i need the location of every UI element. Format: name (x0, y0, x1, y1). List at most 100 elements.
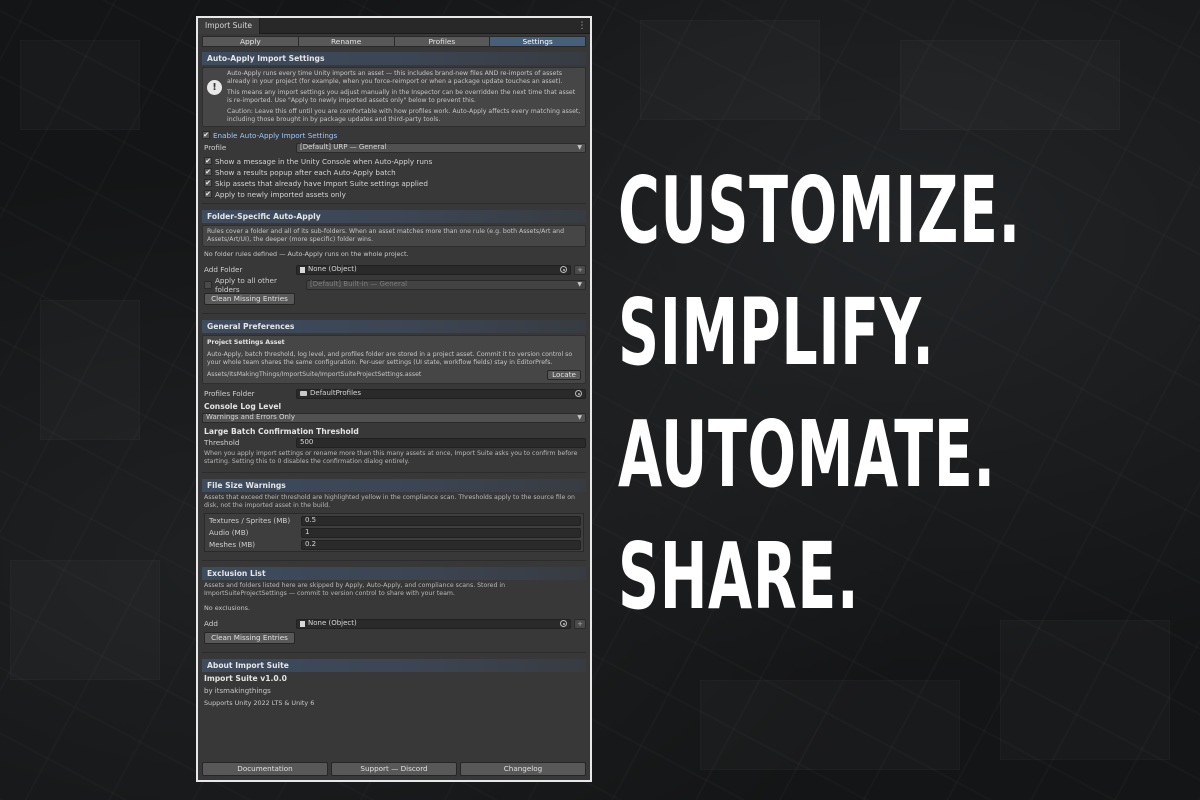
clean-missing-folder-entries-button[interactable]: Clean Missing Entries (204, 293, 295, 305)
project-settings-asset-path: Assets/ItsMakingThings/ImportSuite/Impor… (207, 371, 422, 378)
size-input[interactable]: 1 (301, 527, 581, 538)
batch-threshold-title: Large Batch Confirmation Threshold (204, 427, 359, 436)
checkbox-checked-icon[interactable]: ✔ (204, 157, 212, 165)
section-divider (202, 313, 586, 314)
section-divider (202, 560, 586, 561)
option-results-popup[interactable]: ✔ Show a results popup after each Auto-A… (202, 167, 586, 177)
add-exclusion-object-field[interactable]: None (Object) (296, 618, 571, 629)
locate-button[interactable]: Locate (547, 370, 581, 380)
project-settings-asset-title: Project Settings Asset (207, 339, 285, 346)
profiles-folder-row: Profiles Folder DefaultProfiles (202, 388, 586, 399)
size-label: Meshes (MB) (209, 540, 256, 549)
no-exclusions-note: No exclusions. (204, 604, 250, 612)
help-paragraph: This means any import settings you adjus… (227, 89, 576, 104)
about-author: by itsmakingthings (204, 687, 271, 695)
section-divider (202, 652, 586, 653)
more-options-icon[interactable]: ⋮ (576, 21, 588, 31)
window-titlebar: Import Suite ⋮ (198, 18, 590, 34)
option-new-assets-only[interactable]: ✔ Apply to newly imported assets only (202, 189, 586, 199)
window-tab[interactable]: Import Suite (198, 18, 261, 34)
object-icon (300, 266, 305, 273)
changelog-button[interactable]: Changelog (460, 762, 586, 776)
toggle-label: Enable Auto-Apply Import Settings (213, 130, 338, 140)
file-size-warnings-header: File Size Warnings (202, 479, 586, 492)
other-folders-row: ✔ Apply to all other folders [Default] B… (202, 276, 586, 294)
checkbox-checked-icon[interactable]: ✔ (204, 168, 212, 176)
option-label: Apply to newly imported assets only (215, 189, 346, 199)
option-label: Show a results popup after each Auto-App… (215, 167, 396, 177)
batch-threshold-help: When you apply import settings or rename… (204, 450, 578, 465)
object-field-value: None (Object) (308, 619, 357, 627)
tab-settings[interactable]: Settings (489, 36, 586, 47)
size-row-textures: Textures / Sprites (MB) 0.5 (207, 515, 581, 526)
footer-links: Documentation Support — Discord Changelo… (202, 762, 586, 776)
import-suite-window: Import Suite ⋮ Apply Rename Profiles Set… (196, 16, 592, 782)
add-folder-plus-button[interactable]: + (574, 264, 586, 275)
file-size-help: Assets that exceed their threshold are h… (204, 494, 575, 509)
threshold-label: Threshold (204, 438, 240, 447)
support-discord-button[interactable]: Support — Discord (331, 762, 457, 776)
add-folder-row: Add Folder None (Object) + (202, 264, 586, 275)
tagline-line: SHARE. (618, 523, 860, 630)
project-settings-asset-box: Project Settings Asset Auto-Apply, batch… (202, 335, 586, 384)
add-exclusion-plus-button[interactable]: + (574, 618, 586, 629)
other-folders-profile-dropdown: [Default] Built-in — General ▼ (306, 279, 586, 290)
chevron-down-icon: ▼ (577, 281, 582, 288)
folder-rules-help: Rules cover a folder and all of its sub-… (202, 225, 586, 247)
other-folders-toggle[interactable]: ✔ Apply to all other folders (202, 276, 296, 294)
threshold-input[interactable]: 500 (296, 437, 586, 448)
auto-apply-header: Auto-Apply Import Settings (202, 52, 586, 65)
console-log-level-title: Console Log Level (204, 402, 282, 411)
project-settings-asset-help: Auto-Apply, batch threshold, log level, … (207, 351, 573, 366)
tab-rename[interactable]: Rename (297, 36, 394, 47)
tagline-line: SIMPLIFY. (618, 279, 935, 386)
add-folder-label: Add Folder (204, 265, 243, 274)
profile-dropdown[interactable]: [Default] URP — General ▼ (296, 142, 586, 153)
checkbox-unchecked-icon[interactable]: ✔ (204, 280, 212, 289)
chevron-down-icon: ▼ (577, 144, 582, 151)
folder-icon (300, 391, 307, 396)
object-picker-icon[interactable] (560, 266, 567, 273)
size-input[interactable]: 0.2 (301, 539, 581, 550)
checkbox-checked-icon[interactable]: ✔ (202, 131, 210, 139)
no-folder-rules-note: No folder rules defined — Auto-Apply run… (204, 250, 409, 258)
profile-label: Profile (204, 143, 227, 152)
warning-icon: ! (207, 80, 222, 95)
object-picker-icon[interactable] (575, 390, 582, 397)
profiles-folder-label: Profiles Folder (204, 389, 255, 398)
folder-auto-apply-header: Folder-Specific Auto-Apply (202, 210, 586, 223)
log-level-row: Warnings and Errors Only ▼ (202, 412, 586, 423)
add-folder-object-field[interactable]: None (Object) (296, 264, 571, 275)
log-level-value: Warnings and Errors Only (206, 413, 296, 421)
checkbox-checked-icon[interactable]: ✔ (204, 190, 212, 198)
about-support: Supports Unity 2022 LTS & Unity 6 (204, 699, 315, 707)
documentation-button[interactable]: Documentation (202, 762, 328, 776)
log-level-dropdown[interactable]: Warnings and Errors Only ▼ (202, 412, 586, 423)
general-preferences-header: General Preferences (202, 320, 586, 333)
tagline-line: AUTOMATE. (618, 401, 996, 508)
size-input[interactable]: 0.5 (301, 515, 581, 526)
tagline-line: CUSTOMIZE. (618, 157, 1021, 264)
add-exclusion-row: Add None (Object) + (202, 618, 586, 629)
auto-apply-help: ! Auto-Apply runs every time Unity impor… (202, 67, 586, 127)
option-skip-applied[interactable]: ✔ Skip assets that already have Import S… (202, 178, 586, 188)
object-field-value: None (Object) (308, 265, 357, 273)
object-picker-icon[interactable] (560, 620, 567, 627)
checkbox-checked-icon[interactable]: ✔ (204, 179, 212, 187)
clean-missing-exclusion-entries-button[interactable]: Clean Missing Entries (204, 632, 295, 644)
tab-apply[interactable]: Apply (202, 36, 298, 47)
about-title: Import Suite v1.0.0 (204, 674, 287, 683)
threshold-row: Threshold 500 (202, 437, 586, 448)
tab-profiles[interactable]: Profiles (393, 36, 490, 47)
profile-row: Profile [Default] URP — General ▼ (202, 142, 586, 153)
object-icon (300, 620, 305, 627)
size-label: Textures / Sprites (MB) (209, 516, 291, 525)
enable-auto-apply-toggle[interactable]: ✔ Enable Auto-Apply Import Settings (202, 130, 586, 140)
main-tabs: Apply Rename Profiles Settings (202, 36, 586, 47)
profiles-folder-value: DefaultProfiles (310, 389, 361, 397)
profiles-folder-field[interactable]: DefaultProfiles (296, 388, 586, 399)
help-paragraph: Caution: Leave this off until you are co… (227, 108, 581, 123)
exclusion-help: Assets and folders listed here are skipp… (204, 582, 506, 597)
add-exclusion-label: Add (204, 619, 218, 628)
option-console-message[interactable]: ✔ Show a message in the Unity Console wh… (202, 156, 586, 166)
